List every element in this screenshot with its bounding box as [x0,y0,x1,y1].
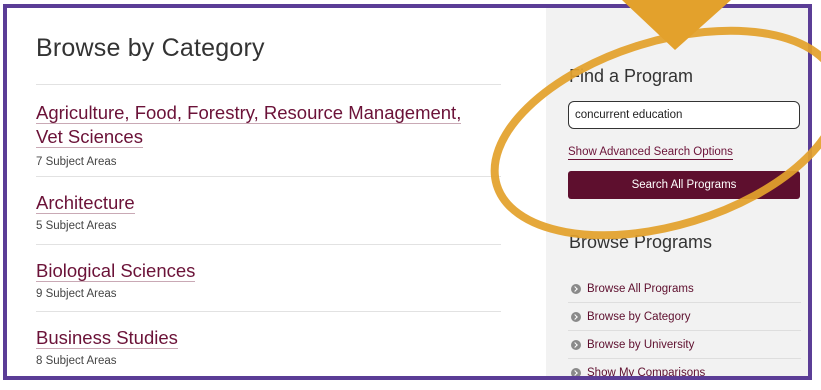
browse-item-label: Browse All Programs [587,282,694,295]
browse-item-label: Show My Comparisons [587,366,706,379]
screenshot-stage: Browse by Category Agriculture, Food, Fo… [0,0,821,390]
main-content: Browse by Category Agriculture, Food, Fo… [7,8,529,376]
category-link-business[interactable]: Business Studies [36,326,501,350]
category-link-architecture[interactable]: Architecture [36,191,501,215]
category-name: Business Studies [36,327,178,349]
category-name: Architecture [36,192,135,214]
search-all-programs-button[interactable]: Search All Programs [568,171,800,199]
category-count: 5 Subject Areas [36,220,117,232]
category-item-biological: Biological Sciences 9 Subject Areas [36,244,501,311]
page-frame: Browse by Category Agriculture, Food, Fo… [3,4,812,380]
chevron-circle-icon [571,311,581,322]
browse-item-label: Browse by University [587,338,695,351]
advanced-search-link[interactable]: Show Advanced Search Options [568,146,733,160]
chevron-circle-icon [571,283,581,294]
browse-by-category-link[interactable]: Browse by Category [568,302,801,330]
browse-by-university-link[interactable]: Browse by University [568,330,801,358]
sidebar: Find a Program Show Advanced Search Opti… [546,8,808,376]
category-name-line1: Agriculture, Food, Forestry, Resource Ma… [36,102,462,124]
chevron-circle-icon [571,339,581,350]
category-item-business: Business Studies 8 Subject Areas [36,311,501,376]
category-name: Biological Sciences [36,260,196,282]
category-name-line2: Vet Sciences [36,126,143,148]
category-item-agriculture: Agriculture, Food, Forestry, Resource Ma… [36,84,501,176]
browse-programs-list: Browse All Programs Browse by Category B… [568,275,801,379]
category-count: 8 Subject Areas [36,355,117,367]
category-count: 9 Subject Areas [36,288,117,300]
category-count: 7 Subject Areas [36,156,117,168]
page-title: Browse by Category [36,34,265,62]
category-link-agriculture[interactable]: Agriculture, Food, Forestry, Resource Ma… [36,101,501,149]
find-program-title: Find a Program [569,66,694,86]
category-item-architecture: Architecture 5 Subject Areas [36,176,501,244]
browse-item-label: Browse by Category [587,310,691,323]
show-my-comparisons-link[interactable]: Show My Comparisons [568,358,801,379]
program-search-input[interactable] [568,101,800,129]
browse-all-programs-link[interactable]: Browse All Programs [568,275,801,302]
category-list: Agriculture, Food, Forestry, Resource Ma… [36,84,501,376]
browse-programs-title: Browse Programs [569,232,713,252]
category-link-biological[interactable]: Biological Sciences [36,259,501,283]
chevron-circle-icon [571,367,581,376]
